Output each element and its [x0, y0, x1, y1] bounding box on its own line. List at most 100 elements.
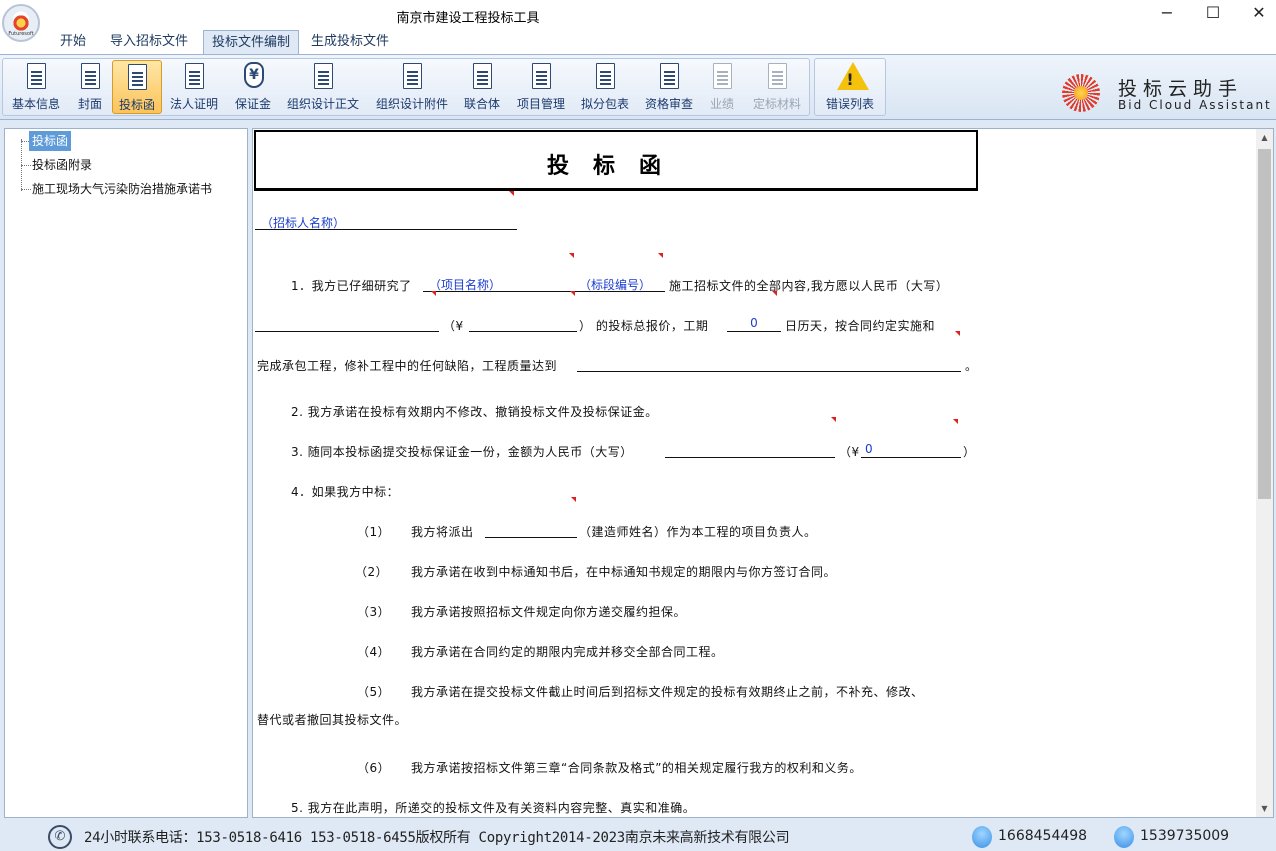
legal-cert-button[interactable]: 法人证明: [166, 60, 222, 114]
recipient-field[interactable]: （招标人名称）: [255, 214, 517, 230]
para-4-3-num: （3）: [357, 605, 391, 619]
contact-copyright-text: 24小时联系电话：153-0518-6416 153-0518-6455版权所有…: [84, 830, 790, 846]
para-4-1-b: （建造师姓名）作为本工程的项目负责人。: [579, 525, 817, 539]
org-design-body-button[interactable]: 组织设计正文: [283, 60, 363, 114]
close-button[interactable]: ✕: [1246, 2, 1272, 24]
edit-marker: [509, 191, 514, 196]
letter-icon: [128, 64, 147, 90]
qq-number-1[interactable]: 1668454498: [998, 828, 1087, 844]
image-document-icon: [81, 63, 100, 89]
menu-bar: 开始 导入招标文件 投标文件编制 生成投标文件: [0, 30, 1276, 55]
maximize-button[interactable]: ☐: [1200, 2, 1226, 24]
consortium-button[interactable]: 联合体: [460, 60, 504, 114]
para-1-suffix: 施工招标文件的全部内容,我方愿以人民币（大写）: [669, 279, 949, 293]
quality-standard-field[interactable]: [577, 356, 961, 372]
tree-item-bid-letter-appendix[interactable]: 投标函附录: [29, 155, 95, 175]
para-4-1-a: 我方将派出: [411, 525, 474, 539]
award-materials-button: 定标材料: [748, 60, 806, 114]
qq-icon[interactable]: [972, 826, 992, 848]
qq-icon[interactable]: [1114, 826, 1134, 848]
para-1-prefix: 1．我方已仔细研究了: [291, 279, 412, 293]
tab-start[interactable]: 开始: [52, 30, 94, 54]
joint-icon: [473, 63, 492, 89]
total-price-words-field[interactable]: [255, 316, 439, 332]
para-2: 2. 我方承诺在投标有效期内不修改、撤销投标文件及投标保证金。: [291, 405, 658, 419]
table-icon: [596, 63, 615, 89]
performance-button: 业绩: [704, 60, 740, 114]
para-4-5-num: （5）: [357, 685, 391, 699]
document-tree: 投标函 投标函附录 施工现场大气污染防治措施承诺书: [4, 128, 248, 818]
para-3-b: （¥: [839, 445, 860, 459]
brand-name-cn: 投标云助手: [1118, 78, 1244, 100]
section-number-field[interactable]: （标段编号）: [575, 276, 665, 292]
cover-button[interactable]: 封面: [70, 60, 110, 114]
para-4-3: 我方承诺按照招标文件规定向你方递交履约担保。: [411, 605, 687, 619]
para-4-4-num: （4）: [357, 645, 391, 659]
scroll-down-icon[interactable]: ▼: [1256, 800, 1273, 817]
para-4-5-a: 我方承诺在提交投标文件截止时间后到招标文件规定的投标有效期终止之前，不补充、修改…: [411, 685, 924, 699]
para-4-5-b: 替代或者撤回其投标文件。: [257, 713, 408, 727]
brand-logo: 投标云助手 Bid Cloud Assistant: [1062, 74, 1272, 114]
status-bar: ✆ 24小时联系电话：153-0518-6416 153-0518-6455版权…: [0, 822, 1276, 851]
para-1-line3-end: 。: [965, 359, 978, 373]
para-1-line2-a: （¥: [443, 319, 464, 333]
para-4-2-num: （2）: [355, 565, 389, 579]
para-5: 5. 我方在此声明，所递交的投标文件及有关资料内容完整、真实和准确。: [291, 801, 696, 815]
para-3-c: ）: [963, 445, 976, 459]
org-design-attachment-button[interactable]: 组织设计附件: [372, 60, 452, 114]
tab-generate-bid[interactable]: 生成投标文件: [303, 30, 397, 54]
bid-letter-button[interactable]: 投标函: [112, 60, 162, 114]
person-document-icon: [660, 63, 679, 89]
window-title: 南京市建设工程投标工具: [396, 11, 540, 26]
para-1-line3: 完成承包工程，修补工程中的任何缺陷，工程质量达到: [257, 359, 558, 373]
trophy-icon: [713, 63, 732, 89]
para-4-6: 我方承诺按招标文件第三章“合同条款及格式”的相关规定履行我方的权利和义务。: [411, 761, 862, 775]
para-4-1-num: （1）: [357, 525, 391, 539]
sun-logo-icon: [12, 14, 30, 32]
letter-a-document-icon: [314, 63, 333, 89]
para-4-6-num: （6）: [357, 761, 391, 775]
project-name-field[interactable]: （项目名称）: [423, 276, 575, 292]
para-4-2: 我方承诺在收到中标通知书后，在中标通知书规定的期限内与你方签订合同。: [411, 565, 837, 579]
title-bar: 南京市建设工程投标工具 − ☐ ✕: [0, 0, 1276, 30]
duration-field[interactable]: 0: [727, 316, 781, 332]
project-management-button[interactable]: 项目管理: [512, 60, 570, 114]
scroll-thumb[interactable]: [1258, 149, 1271, 499]
para-4: 4．如果我方中标：: [291, 485, 400, 499]
para-1-line2-b: ） 的投标总报价，工期: [579, 319, 709, 333]
deposit-amount-field[interactable]: 0: [861, 442, 961, 458]
vertical-scrollbar[interactable]: ▲ ▼: [1256, 129, 1273, 817]
yuan-shield-icon: ¥: [244, 62, 264, 88]
tree-item-air-pollution-commitment[interactable]: 施工现场大气污染防治措施承诺书: [29, 179, 215, 199]
document-editor[interactable]: 投标函 （招标人名称） 1．我方已仔细研究了 （项目名称） （标段编号） 施工招…: [252, 128, 1274, 818]
app-window: 南京市建设工程投标工具 − ☐ ✕ Futuresoft 开始 导入招标文件 投…: [0, 0, 1276, 851]
qq-number-2[interactable]: 1539735009: [1140, 828, 1229, 844]
scroll-up-icon[interactable]: ▲: [1256, 129, 1273, 146]
deposit-button[interactable]: ¥ 保证金: [230, 60, 276, 114]
doc-title-box: 投标函: [254, 130, 978, 191]
attachment-document-icon: [403, 63, 422, 89]
para-4-4: 我方承诺在合同约定的期限内完成并移交全部合同工程。: [411, 645, 724, 659]
tab-import-tender[interactable]: 导入招标文件: [102, 30, 196, 54]
burst-logo-icon: [1062, 74, 1100, 112]
id-document-icon: [185, 63, 204, 89]
document-icon: [27, 63, 46, 89]
subcontract-table-button[interactable]: 拟分包表: [576, 60, 634, 114]
para-1-line2-c: 日历天，按合同约定实施和: [785, 319, 936, 333]
brand-name-en: Bid Cloud Assistant: [1118, 98, 1272, 112]
qualification-review-button[interactable]: 资格审查: [640, 60, 698, 114]
document-gear-icon: [768, 63, 787, 89]
deposit-words-field[interactable]: [665, 442, 835, 458]
para-3-a: 3. 随同本投标函提交投标保证金一份，金额为人民币（大写）: [291, 445, 633, 459]
tab-bid-editing[interactable]: 投标文件编制: [203, 30, 300, 55]
org-chart-icon: [532, 63, 551, 89]
app-logo[interactable]: Futuresoft: [2, 4, 40, 42]
logo-text: Futuresoft: [8, 31, 34, 37]
error-list-button[interactable]: ! 错误列表: [820, 60, 880, 114]
constructor-name-field[interactable]: [485, 522, 577, 538]
minimize-button[interactable]: −: [1154, 2, 1180, 24]
tree-item-bid-letter[interactable]: 投标函: [29, 131, 72, 151]
phone-icon: ✆: [48, 825, 72, 849]
total-price-number-field[interactable]: [469, 316, 577, 332]
basic-info-button[interactable]: 基本信息: [8, 60, 64, 114]
